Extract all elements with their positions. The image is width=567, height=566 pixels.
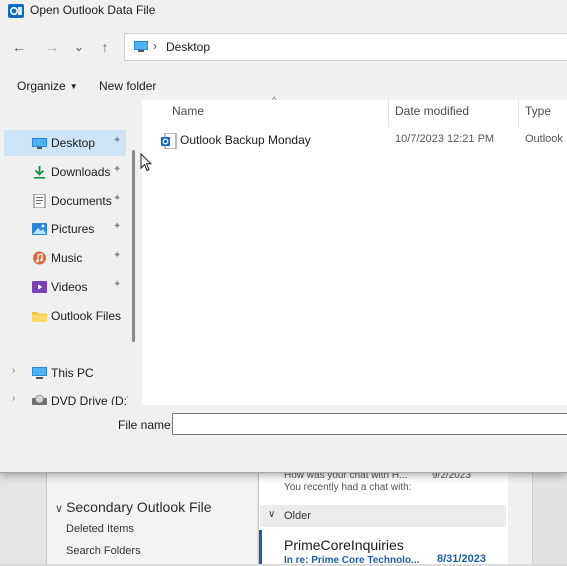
pin-icon: ✦	[113, 279, 122, 290]
pin-icon: ✦	[113, 221, 122, 232]
organize-button[interactable]: Organize ▼	[17, 79, 78, 93]
app-right-edge	[532, 470, 567, 564]
sidebar-item-label: Music	[51, 251, 83, 265]
file-name-label: File name:	[118, 418, 175, 432]
pin-icon: ✦	[113, 193, 122, 204]
pin-icon: ✦	[113, 164, 122, 175]
forward-button[interactable]: →	[41, 38, 63, 56]
selected-indicator	[259, 530, 262, 564]
file-date-modified: 10/7/2023 12:21 PM	[395, 133, 495, 145]
up-button[interactable]: ↑	[94, 38, 116, 56]
sidebar-item-label: This PC	[51, 366, 94, 380]
navigation-pane-scrollbar[interactable]	[132, 150, 135, 342]
sidebar-item-label: Pictures	[51, 222, 95, 236]
sidebar-item-music[interactable]: Music ✦	[4, 245, 126, 271]
sidebar-item-label: Outlook Files	[51, 309, 122, 323]
chevron-right-icon[interactable]: ›	[12, 365, 15, 376]
outlook-icon	[8, 4, 24, 18]
sidebar-item-label: Desktop	[51, 136, 96, 150]
file-row[interactable]: Outlook Backup Monday 10/7/2023 12:21 PM…	[158, 130, 567, 151]
sidebar-item-outlook-files[interactable]: Outlook Files	[4, 303, 126, 329]
mail-preview-line: You recently had a chat with:	[284, 482, 412, 493]
pin-icon: ✦	[113, 135, 122, 146]
column-divider[interactable]	[518, 100, 519, 127]
folder-group-label: Secondary Outlook File	[66, 499, 212, 515]
title-bar: Open Outlook Data File	[0, 0, 567, 22]
desktop-icon	[134, 41, 148, 52]
dialog-title: Open Outlook Data File	[30, 3, 156, 17]
mail-sender[interactable]: PrimeCoreInquiries	[284, 537, 404, 553]
sidebar-item-documents[interactable]: Documents ✦	[4, 188, 126, 214]
sidebar-item-this-pc[interactable]: › This PC	[4, 360, 126, 386]
navigation-pane: Desktop ✦ Downloads ✦ Documents ✦ Pictur…	[0, 100, 128, 408]
sort-ascending-icon: ^	[272, 95, 277, 105]
organize-label: Organize	[17, 79, 66, 93]
sidebar-item-label: Downloads	[51, 165, 111, 179]
folder-pane: ∨ Secondary Outlook File Deleted Items Se…	[46, 470, 257, 564]
outlook-data-file-icon	[161, 133, 177, 149]
mail-subject: In re: Prime Core Technolo...	[284, 555, 420, 566]
breadcrumb-desktop[interactable]: Desktop	[166, 40, 210, 54]
breadcrumb-separator: ›	[153, 39, 157, 53]
chevron-right-icon[interactable]: ›	[12, 393, 15, 404]
back-button[interactable]: ←	[8, 38, 30, 56]
address-bar[interactable]: › Desktop	[124, 33, 567, 61]
column-header-name[interactable]: Name	[172, 104, 204, 118]
column-divider[interactable]	[388, 100, 389, 127]
reading-pane-edge	[508, 470, 532, 564]
sidebar-item-downloads[interactable]: Downloads ✦	[4, 159, 126, 185]
sidebar-item-label: Videos	[51, 280, 88, 294]
caret-down-icon: ▼	[69, 82, 78, 91]
pictures-icon	[32, 223, 47, 235]
folder-deleted-items[interactable]: Deleted Items	[66, 523, 134, 535]
file-name-input[interactable]	[172, 413, 567, 435]
documents-icon	[33, 194, 46, 208]
this-pc-icon	[32, 367, 47, 379]
new-folder-button[interactable]: New folder	[99, 79, 156, 93]
download-icon	[34, 166, 45, 179]
recent-locations-button[interactable]: ⌄	[68, 38, 90, 56]
desktop-icon	[32, 138, 47, 149]
sidebar-item-label: Documents	[51, 194, 112, 208]
videos-icon	[32, 281, 47, 293]
sidebar-item-pictures[interactable]: Pictures ✦	[4, 216, 126, 242]
mouse-cursor-icon	[140, 153, 152, 172]
chevron-down-icon: ∨	[55, 503, 64, 515]
section-older-label: Older	[284, 510, 311, 522]
open-file-dialog: Open Outlook Data File ← → ⌄ ↑ › Desktop…	[0, 0, 567, 473]
sidebar-item-videos[interactable]: Videos ✦	[4, 274, 126, 300]
folder-group-secondary[interactable]: ∨ Secondary Outlook File	[55, 499, 212, 515]
file-name: Outlook Backup Monday	[180, 133, 311, 147]
folder-icon	[32, 312, 47, 322]
pin-icon: ✦	[113, 250, 122, 261]
file-type: Outlook I	[525, 133, 567, 145]
column-header-date-modified[interactable]: Date modified	[395, 104, 469, 118]
sidebar-item-desktop[interactable]: Desktop ✦	[4, 130, 126, 156]
music-icon	[33, 251, 46, 265]
chevron-down-icon: ∨	[268, 509, 276, 520]
column-header-type[interactable]: Type	[525, 104, 551, 118]
section-older[interactable]: ∨ Older	[260, 505, 506, 527]
mail-date-selected: 8/31/2023	[437, 553, 486, 565]
folder-search-folders[interactable]: Search Folders	[66, 545, 141, 557]
command-bar	[0, 72, 567, 100]
